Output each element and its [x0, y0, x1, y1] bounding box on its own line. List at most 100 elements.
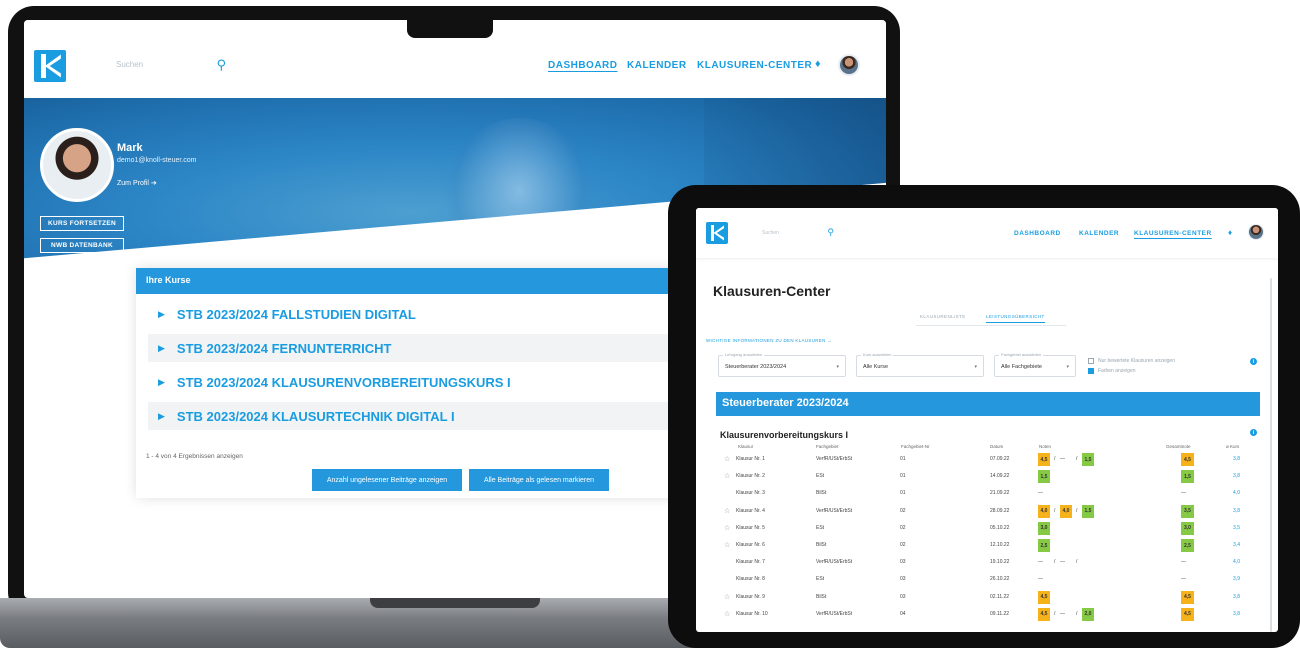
grade-1: 2,5	[1038, 539, 1050, 552]
cell-klausur: Klausur Nr. 4	[736, 507, 765, 514]
nav-kalender[interactable]: KALENDER	[627, 60, 687, 71]
grade-total: 1,5	[1181, 470, 1194, 484]
grade-separator: /	[1054, 559, 1056, 566]
avatar[interactable]	[838, 54, 860, 76]
grade-3: 1,5	[1082, 504, 1094, 518]
course-average[interactable]: 3,4	[1233, 542, 1240, 548]
course-average[interactable]: 3,8	[1233, 456, 1240, 462]
nav-dashboard[interactable]: DASHBOARD	[1014, 230, 1061, 237]
info-icon[interactable]: i	[1250, 429, 1257, 436]
course-item-fernunterricht[interactable]: ▶ STB 2023/2024 FERNUNTERRICHT	[148, 334, 688, 362]
star-icon[interactable]: ☆	[724, 455, 730, 463]
table-row[interactable]: ☆ Klausur Nr. 5 ESt 02 05.10.22 3,0 3,0 3,5	[720, 520, 1260, 537]
table-row[interactable]: Klausur Nr. 3 BilSt 01 21.09.22 — — 4,0	[720, 485, 1260, 502]
star-icon[interactable]: ☆	[724, 541, 730, 549]
fachgebiet-value: Alle Fachgebiete	[1001, 364, 1042, 370]
search-icon[interactable]: ⚲	[216, 57, 226, 73]
table-row[interactable]: ☆ Klausur Nr. 4 VerfR/USt/ErbSt 02 28.09.22 4…	[720, 503, 1260, 520]
cell-datum: 12.10.22	[990, 542, 1010, 548]
checkbox-box[interactable]	[1088, 368, 1094, 374]
bell-icon[interactable]: ♦	[1228, 228, 1232, 237]
mark-all-read-button[interactable]: Alle Beiträge als gelesen markieren	[469, 469, 609, 491]
cell-fachgebiet-nr: 03	[900, 576, 906, 583]
col-fachgebiet-nr[interactable]: Fachgebiet-Nr	[901, 444, 930, 449]
chevron-down-icon: ▾	[974, 364, 977, 370]
tablet-screen: Suchen ⚲ DASHBOARD KALENDER KLAUSUREN-CE…	[696, 208, 1278, 632]
grade-separator: /	[1054, 610, 1056, 617]
grade-total: 3,5	[1181, 504, 1194, 518]
table-row[interactable]: ☆ Klausur Nr. 10 VerfR/USt/ErbSt 04 09.11.22…	[720, 606, 1260, 623]
tab-klausurenliste[interactable]: KLAUSURENLISTE	[920, 314, 966, 319]
star-icon[interactable]: ☆	[724, 610, 730, 618]
grade-total: —	[1181, 559, 1186, 566]
brand-logo[interactable]	[706, 222, 728, 244]
star-icon[interactable]: ☆	[724, 472, 730, 480]
course-item-fallstudien[interactable]: ▶ STB 2023/2024 FALLSTUDIEN DIGITAL	[148, 300, 688, 328]
nav-kalender[interactable]: KALENDER	[1079, 230, 1119, 237]
profile-link[interactable]: Zum Profil ➔	[117, 179, 157, 187]
lehrgang-select[interactable]: Lehrgang auswählen Steuerberater 2023/20…	[718, 352, 846, 377]
laptop-camera-notch	[407, 6, 493, 38]
fachgebiet-select[interactable]: Fachgebiet auswählen Alle Fachgebiete ▾	[994, 352, 1076, 377]
table-row[interactable]: Klausur Nr. 8 ESt 03 26.10.22 — — 3,9	[720, 571, 1260, 588]
avatar[interactable]	[1248, 224, 1264, 240]
col-noten[interactable]: Noten	[1039, 444, 1051, 449]
nwb-database-button[interactable]: NWB DATENBANK	[40, 238, 124, 253]
fachgebiet-label: Fachgebiet auswählen	[999, 352, 1044, 357]
continue-course-button[interactable]: KURS FORTSETZEN	[40, 216, 124, 231]
course-average[interactable]: 3,9	[1233, 576, 1240, 582]
col-datum[interactable]: Datum	[990, 444, 1003, 449]
grade-total: 4,5	[1181, 453, 1194, 466]
bell-icon[interactable]: ♦	[815, 58, 821, 70]
cell-fachgebiet: BilSt	[816, 490, 827, 497]
show-colors-checkbox[interactable]: Farben anzeigen	[1088, 368, 1136, 374]
cell-fachgebiet: BilSt	[816, 542, 827, 548]
course-average[interactable]: 4,0	[1233, 490, 1240, 496]
star-icon[interactable]: ☆	[724, 507, 730, 515]
table-row[interactable]: ☆ Klausur Nr. 1 VerfR/USt/ErbSt 01 07.09.22 4…	[720, 451, 1260, 468]
course-item-klausurenvorbereitung[interactable]: ▶ STB 2023/2024 KLAUSURENVORBEREITUNGSKU…	[148, 368, 688, 396]
course-average[interactable]: 3,8	[1233, 508, 1240, 514]
grade-1: —	[1038, 576, 1043, 583]
course-average[interactable]: 4,0	[1233, 559, 1240, 565]
star-icon[interactable]: ☆	[724, 593, 730, 601]
show-unread-button[interactable]: Anzahl ungelesener Beiträge anzeigen	[312, 469, 462, 491]
cell-klausur: Klausur Nr. 7	[736, 559, 765, 566]
grade-2: —	[1060, 456, 1065, 462]
table-row[interactable]: ☆ Klausur Nr. 9 BilSt 03 02.11.22 4,5 4,5 3,8	[720, 589, 1260, 606]
table-row[interactable]: ☆ Klausur Nr. 2 ESt 01 14.09.22 1,5 1,5 3,8	[720, 468, 1260, 485]
col-fachgebiet[interactable]: Fachgebiet	[816, 444, 838, 449]
course-average[interactable]: 3,5	[1233, 525, 1240, 531]
search-input[interactable]: Suchen ⚲	[116, 57, 226, 74]
grade-separator: /	[1076, 559, 1078, 566]
nav-dashboard[interactable]: DASHBOARD	[548, 60, 618, 71]
cell-fachgebiet-nr: 02	[900, 507, 906, 514]
col-klausur[interactable]: Klausur	[738, 444, 753, 449]
nav-klausuren-center[interactable]: KLAUSUREN-CENTER	[697, 60, 812, 71]
checkbox-box[interactable]	[1088, 358, 1094, 364]
course-average[interactable]: 3,8	[1233, 611, 1240, 617]
cell-fachgebiet: BilSt	[816, 593, 827, 600]
table-row[interactable]: Klausur Nr. 7 VerfR/USt/ErbSt 03 19.10.22 — /…	[720, 554, 1260, 571]
kurs-select[interactable]: Kurs auswählen Alle Kurse ▾	[856, 352, 984, 377]
cell-datum: 14.09.22	[990, 473, 1010, 480]
course-average[interactable]: 3,8	[1233, 594, 1240, 600]
search-icon[interactable]: ⚲	[827, 227, 834, 238]
course-item-klausurtechnik[interactable]: ▶ STB 2023/2024 KLAUSURTECHNIK DIGITAL I	[148, 402, 688, 430]
star-icon[interactable]: ☆	[724, 524, 730, 532]
nav-klausuren-center[interactable]: KLAUSUREN-CENTER	[1134, 230, 1212, 237]
search-input[interactable]: Suchen ⚲	[762, 227, 834, 240]
table-row[interactable]: ☆ Klausur Nr. 6 BilSt 02 12.10.22 2,5 2,5 3,4	[720, 537, 1260, 554]
profile-email: demo1@knoll-steuer.com	[117, 157, 197, 164]
col-durchschnitt[interactable]: ø Kurs	[1226, 444, 1239, 449]
col-gesamtnote[interactable]: Gesamtnote	[1166, 444, 1191, 449]
scrollbar[interactable]	[1270, 278, 1272, 632]
only-graded-checkbox[interactable]: Nur bewertete Klausuren anzeigen	[1088, 358, 1175, 364]
course-average[interactable]: 3,8	[1233, 473, 1240, 479]
cell-datum: 21.09.22	[990, 490, 1010, 497]
cell-klausur: Klausur Nr. 5	[736, 524, 765, 531]
brand-logo[interactable]	[34, 50, 66, 82]
tab-leistungsuebersicht[interactable]: LEISTUNGSÜBERSICHT	[986, 314, 1045, 323]
important-info-link[interactable]: WICHTIGE INFORMATIONEN ZU DEN KLAUSUREN …	[706, 338, 832, 343]
info-icon[interactable]: i	[1250, 358, 1257, 365]
